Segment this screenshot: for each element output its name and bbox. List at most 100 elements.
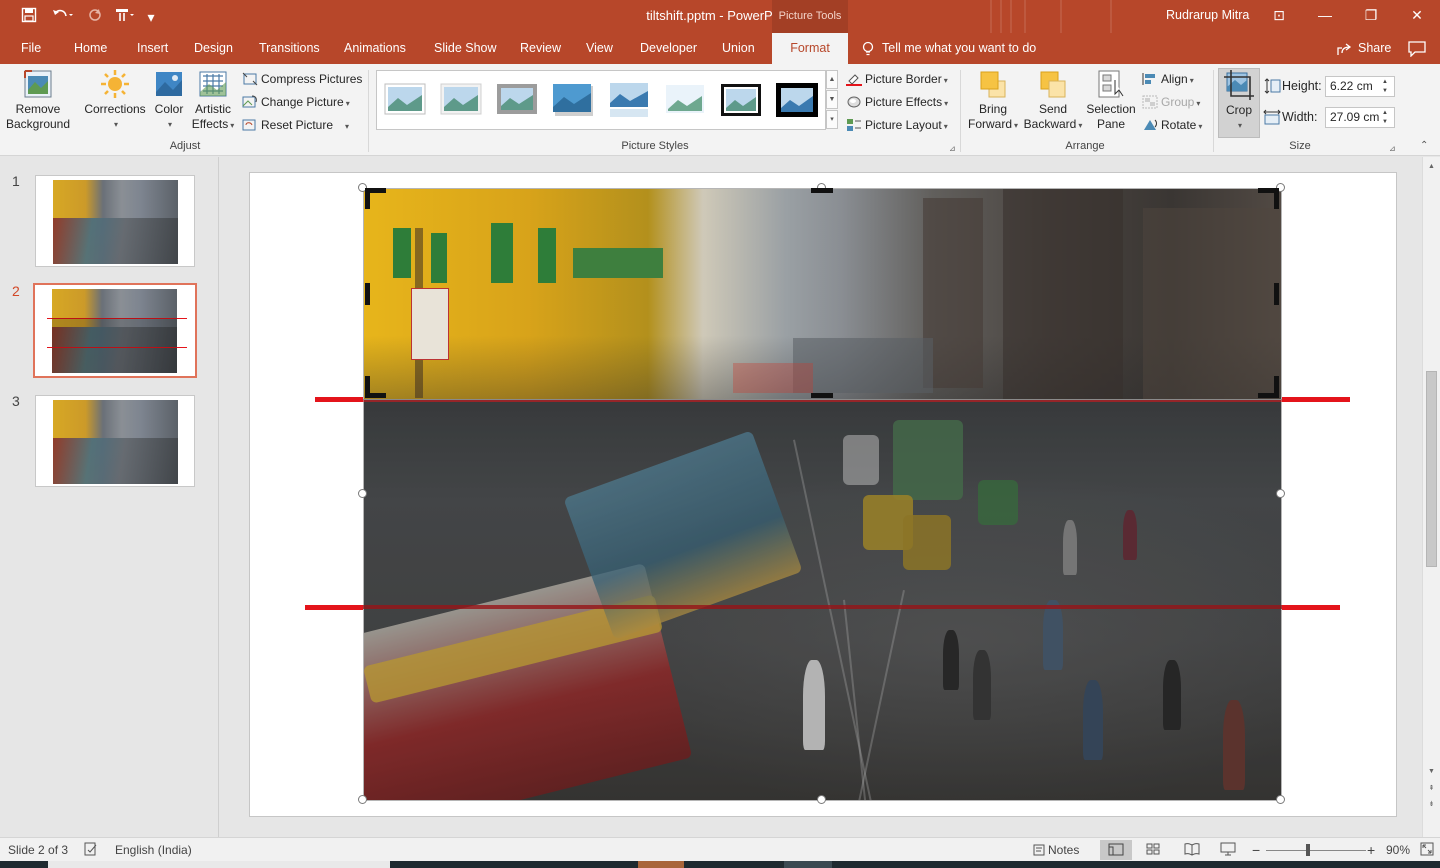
tab-file[interactable]: File xyxy=(19,33,43,64)
red-guide-line-bottom-right[interactable] xyxy=(1282,605,1340,610)
slide-thumbnail-3[interactable] xyxy=(35,395,195,487)
spin-up-icon[interactable]: ▲ xyxy=(1382,109,1392,117)
reset-picture-button[interactable]: Reset Picture ▾ xyxy=(242,115,349,135)
picture-style-reflected[interactable] xyxy=(607,81,651,119)
previous-slide-icon[interactable]: ⇞ xyxy=(1426,783,1437,795)
picture-border-button[interactable]: Picture Border ▾ xyxy=(846,69,948,89)
change-picture-button[interactable]: Change Picture ▾ xyxy=(242,92,350,112)
resize-handle[interactable] xyxy=(817,795,826,804)
format-picture-launcher-icon[interactable]: ⊿ xyxy=(949,144,956,153)
size-launcher-icon[interactable]: ⊿ xyxy=(1389,144,1396,153)
tab-format[interactable]: Format xyxy=(772,33,848,64)
tab-review[interactable]: Review xyxy=(518,33,563,64)
tab-design[interactable]: Design xyxy=(192,33,235,64)
tab-view[interactable]: View xyxy=(584,33,615,64)
spelling-check-icon[interactable] xyxy=(84,842,100,858)
scroll-up-icon[interactable]: ▲ xyxy=(1426,161,1437,173)
redo-icon[interactable] xyxy=(84,7,106,27)
scroll-down-icon[interactable]: ▼ xyxy=(1426,766,1437,778)
tab-animations[interactable]: Animations xyxy=(342,33,408,64)
spin-down-icon[interactable]: ▼ xyxy=(1382,118,1392,126)
compress-pictures-button[interactable]: Compress Pictures xyxy=(242,69,362,89)
picture-effects-button[interactable]: Picture Effects ▾ xyxy=(846,92,948,112)
rotate-button[interactable]: Rotate ▾ xyxy=(1142,115,1202,135)
crop-handle[interactable] xyxy=(811,393,833,398)
touch-mode-icon[interactable] xyxy=(112,7,138,27)
normal-view-button[interactable] xyxy=(1100,840,1132,860)
share-button[interactable]: Share xyxy=(1356,33,1393,64)
picture-style-metal-frame[interactable] xyxy=(495,81,539,119)
fit-to-window-icon[interactable] xyxy=(1420,842,1436,858)
red-guide-line-bottom-left[interactable] xyxy=(305,605,363,610)
zoom-slider-track[interactable] xyxy=(1266,850,1366,851)
send-backward-button[interactable]: Send Backward ▾ xyxy=(1022,68,1084,133)
next-slide-icon[interactable]: ⇟ xyxy=(1426,799,1437,811)
notes-button[interactable]: Notes xyxy=(1048,842,1079,858)
resize-handle[interactable] xyxy=(358,795,367,804)
crop-handle[interactable] xyxy=(1258,393,1279,398)
gallery-scroll-up-icon[interactable]: ▲ xyxy=(826,70,838,89)
slide-show-icon[interactable] xyxy=(1220,842,1238,858)
picture-style-thick-black[interactable] xyxy=(775,81,819,119)
artistic-effects-button[interactable]: Artistic Effects ▾ xyxy=(190,68,236,133)
align-button[interactable]: Align ▾ xyxy=(1142,69,1194,89)
width-input[interactable]: 27.09 cm ▲ ▼ xyxy=(1325,107,1395,128)
reading-view-icon[interactable] xyxy=(1184,842,1200,858)
slide-sorter-icon[interactable] xyxy=(1146,842,1162,858)
red-guide-line-top-right[interactable] xyxy=(1282,397,1350,402)
color-button[interactable]: Color ▾ xyxy=(150,68,188,132)
picture-styles-gallery[interactable] xyxy=(376,70,826,130)
picture-layout-button[interactable]: Picture Layout ▾ xyxy=(846,115,948,135)
gallery-more-icon[interactable]: ▾ xyxy=(826,110,838,129)
spin-down-icon[interactable]: ▼ xyxy=(1382,87,1392,95)
red-guide-line-bottom[interactable] xyxy=(363,605,1282,609)
group-button[interactable]: Group ▾ xyxy=(1142,92,1200,112)
crop-handle[interactable] xyxy=(1274,188,1279,209)
slide-thumbnail-1[interactable] xyxy=(35,175,195,267)
resize-handle[interactable] xyxy=(1276,795,1285,804)
remove-background-button[interactable]: Remove Background xyxy=(5,68,71,132)
share-icon[interactable] xyxy=(1336,41,1352,57)
close-button[interactable]: ✕ xyxy=(1394,0,1440,31)
spin-up-icon[interactable]: ▲ xyxy=(1382,78,1392,86)
crop-handle[interactable] xyxy=(1274,283,1279,305)
street-photo[interactable] xyxy=(363,188,1282,800)
corrections-button[interactable]: Corrections ▾ xyxy=(82,68,148,132)
crop-button[interactable]: Crop ▾ xyxy=(1218,68,1260,138)
resize-handle[interactable] xyxy=(1276,489,1285,498)
zoom-slider-thumb[interactable] xyxy=(1306,844,1310,856)
tell-me-search[interactable]: Tell me what you want to do xyxy=(880,33,1038,64)
zoom-level[interactable]: 90% xyxy=(1386,842,1410,858)
save-icon[interactable] xyxy=(18,7,40,27)
minimize-button[interactable]: — xyxy=(1302,0,1348,31)
zoom-out-icon[interactable]: − xyxy=(1252,842,1260,858)
comments-icon[interactable] xyxy=(1408,41,1426,58)
maximize-button[interactable]: ❐ xyxy=(1348,0,1394,31)
scrollbar-thumb[interactable] xyxy=(1426,371,1437,567)
tab-slide-show[interactable]: Slide Show xyxy=(432,33,499,64)
tab-developer[interactable]: Developer xyxy=(638,33,699,64)
notes-icon[interactable] xyxy=(1032,842,1048,858)
red-guide-line-top[interactable] xyxy=(363,400,1282,402)
tab-home[interactable]: Home xyxy=(72,33,109,64)
red-guide-line-top-left[interactable] xyxy=(315,397,363,402)
collapse-ribbon-icon[interactable]: ⌃ xyxy=(1420,140,1428,151)
picture-style-soft-rect[interactable] xyxy=(663,81,707,119)
undo-icon[interactable] xyxy=(48,7,76,27)
customize-toolbar-icon[interactable]: ▾ xyxy=(140,7,162,27)
bring-forward-button[interactable]: Bring Forward ▾ xyxy=(964,68,1022,133)
tab-transitions[interactable]: Transitions xyxy=(257,33,322,64)
zoom-in-icon[interactable]: + xyxy=(1367,842,1375,858)
crop-handle[interactable] xyxy=(365,188,370,209)
ribbon-display-options-icon[interactable]: ⊡ xyxy=(1256,0,1302,31)
picture-style-shadow[interactable] xyxy=(551,81,595,119)
selection-pane-button[interactable]: Selection Pane xyxy=(1086,68,1136,132)
slide-thumbnail-2[interactable] xyxy=(33,283,197,378)
gallery-scroll-down-icon[interactable]: ▼ xyxy=(826,90,838,109)
picture-style-double-frame[interactable] xyxy=(719,81,763,119)
crop-handle[interactable] xyxy=(365,393,386,398)
vertical-scrollbar[interactable]: ▲ ▼ ⇞ ⇟ xyxy=(1422,157,1440,837)
picture-style-soft-edge[interactable] xyxy=(439,81,483,119)
crop-handle[interactable] xyxy=(365,283,370,305)
tab-insert[interactable]: Insert xyxy=(135,33,170,64)
